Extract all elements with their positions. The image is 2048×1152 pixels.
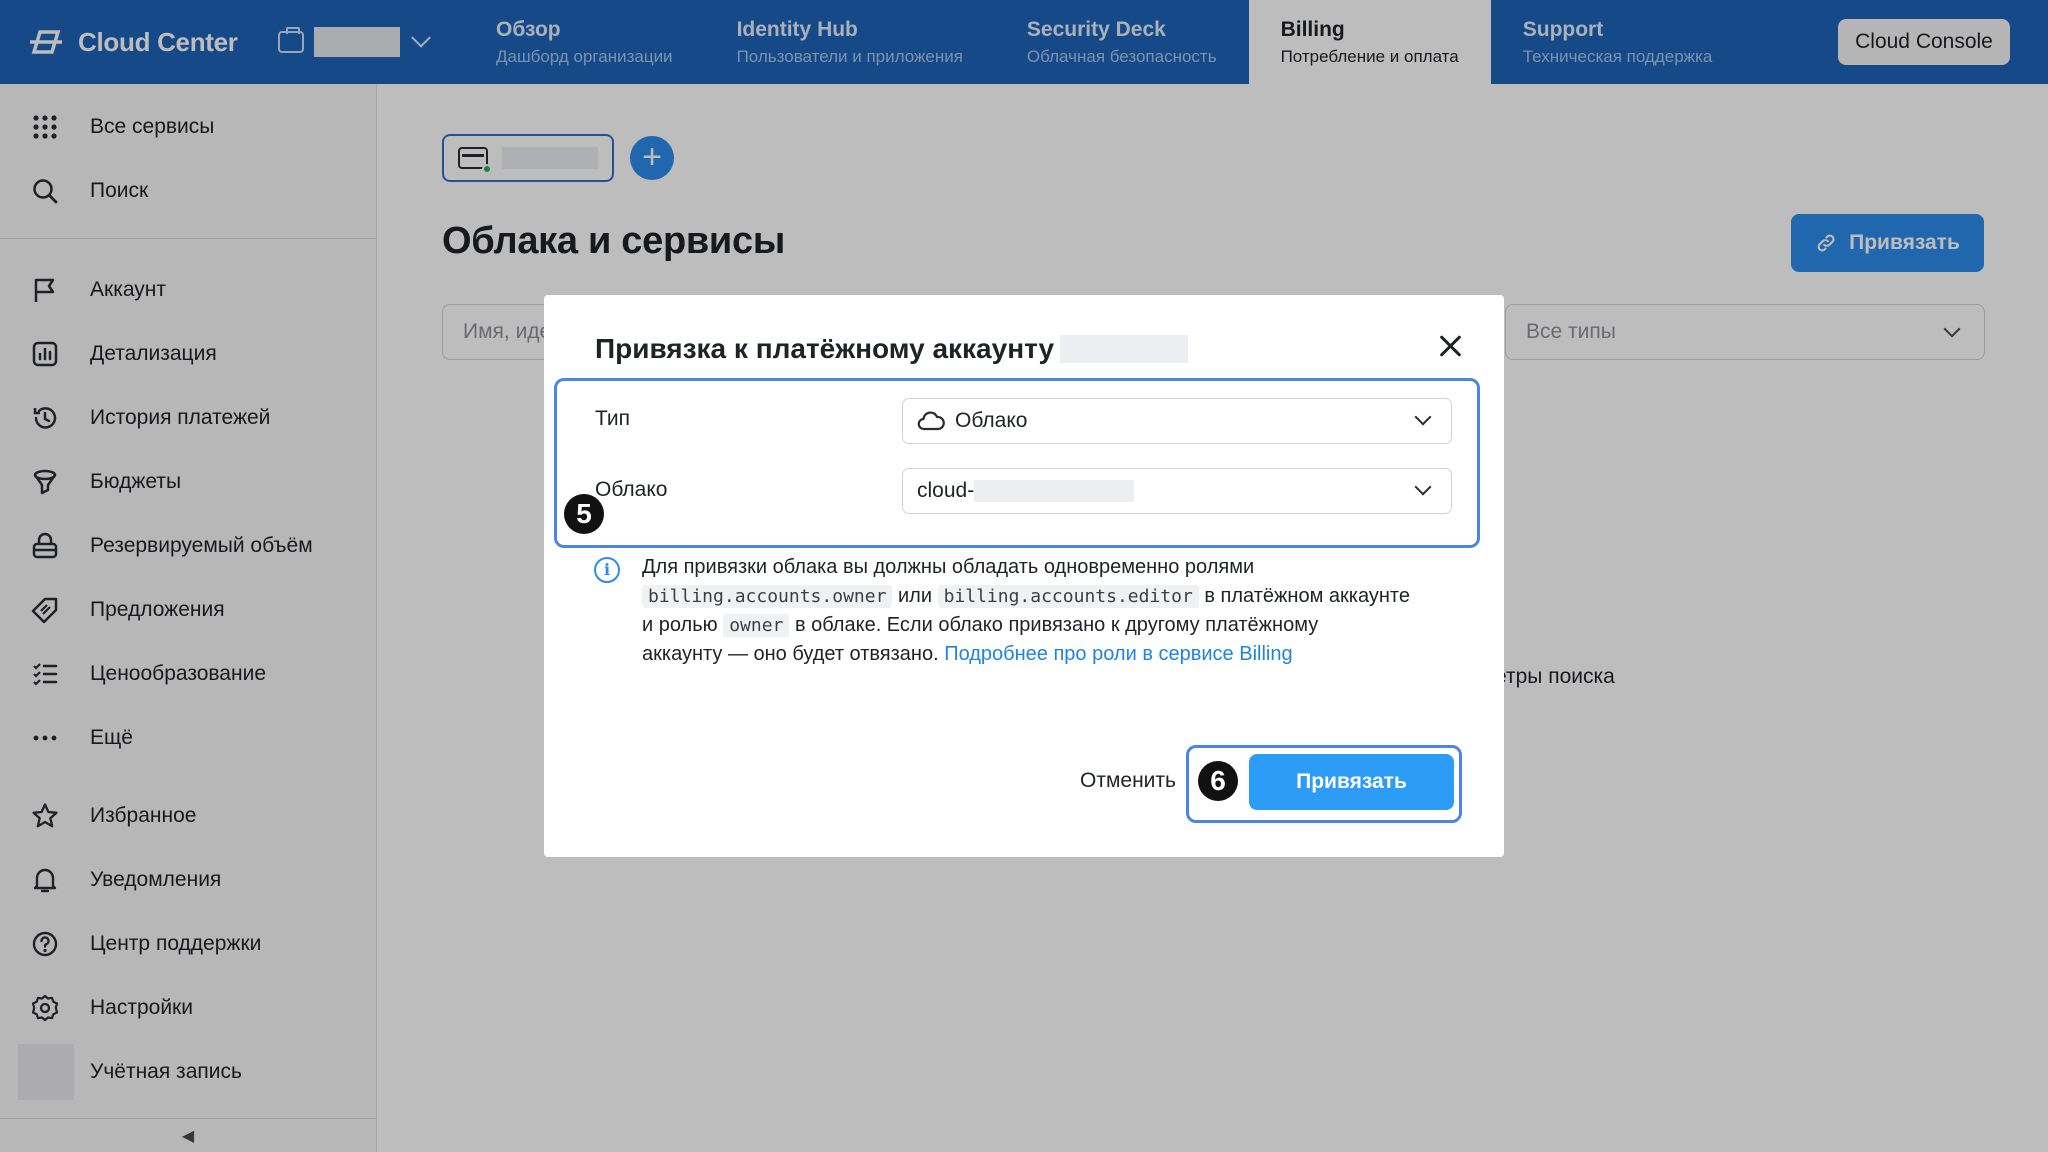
submit-bind-button[interactable]: Привязать — [1249, 754, 1454, 810]
cloud-icon — [917, 411, 945, 431]
close-icon[interactable] — [1434, 329, 1468, 363]
step-badge-5: 5 — [564, 494, 604, 534]
cloud-select-value: cloud- — [917, 479, 975, 502]
info-text-part: в облаке. Если облако привязано к другом… — [794, 614, 1319, 636]
role-cloud-owner-code: owner — [723, 614, 790, 637]
info-text-part: и ролью — [642, 614, 718, 636]
chevron-down-icon — [1414, 478, 1432, 496]
info-text-part: Для привязки облака вы должны обладать о… — [642, 556, 1255, 578]
info-note: i Для привязки облака вы должны обладать… — [594, 553, 1474, 669]
cloud-field-label: Облако — [595, 478, 668, 501]
info-text: Для привязки облака вы должны обладать о… — [642, 553, 1474, 669]
type-field-label: Тип — [595, 407, 631, 430]
dialog-title-text: Привязка к платёжному аккаунту — [595, 333, 1055, 364]
type-select-value: Облако — [955, 409, 1028, 432]
type-select[interactable]: Облако — [902, 398, 1452, 444]
dialog-title: Привязка к платёжному аккаунту — [595, 333, 1189, 365]
billing-roles-link[interactable]: Подробнее про роли в сервисе Billing — [944, 643, 1292, 665]
bind-to-billing-account-dialog: Привязка к платёжному аккаунту Тип Облак… — [544, 295, 1504, 857]
info-icon: i — [594, 557, 620, 583]
role-owner-code: billing.accounts.owner — [642, 585, 893, 608]
cloud-select[interactable]: cloud- — [902, 468, 1452, 514]
info-text-part: аккаунту — оно будет отвязано. — [642, 643, 939, 665]
cancel-button[interactable]: Отменить — [1080, 769, 1176, 793]
chevron-down-icon — [1414, 408, 1432, 426]
info-text-part: или — [897, 585, 932, 607]
info-text-part: в платёжном аккаунте — [1204, 585, 1410, 607]
role-editor-code: billing.accounts.editor — [937, 585, 1199, 608]
step-badge-6: 6 — [1198, 761, 1238, 801]
account-name-redacted — [1060, 335, 1189, 363]
cloud-id-redacted — [974, 480, 1135, 502]
